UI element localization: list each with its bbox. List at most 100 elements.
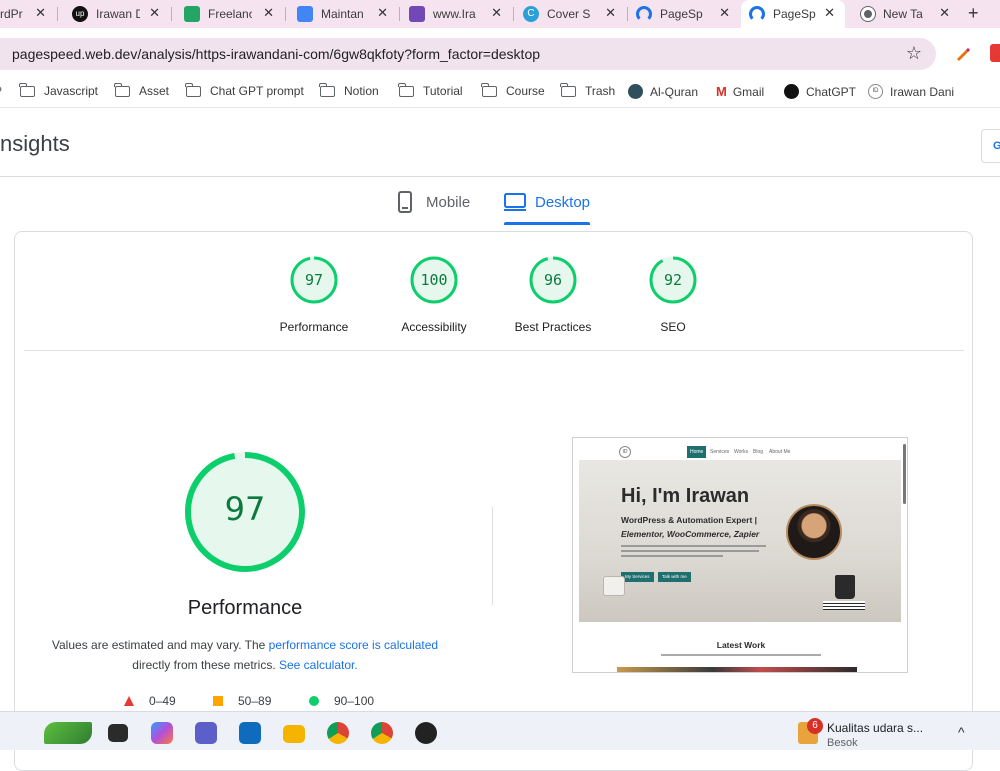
browser-tab[interactable]: www.Ira ✕ bbox=[400, 0, 512, 28]
screenshot-decor bbox=[835, 575, 855, 599]
upwork-icon: up bbox=[72, 6, 88, 22]
header-action-button[interactable]: G bbox=[981, 129, 1000, 163]
screenshot-scrollbar bbox=[903, 444, 906, 504]
screenshot-menu-item: Home bbox=[687, 446, 707, 458]
notification-badge: 6 bbox=[807, 718, 823, 734]
tab-close-icon[interactable]: ✕ bbox=[377, 5, 388, 21]
browser-tab-strip: rdPr ✕ up Irawan D ✕ Freelanc ✕ Maintan … bbox=[0, 0, 1000, 28]
tab-close-icon[interactable]: ✕ bbox=[263, 5, 274, 21]
teams-icon[interactable] bbox=[195, 722, 217, 744]
gauge-label: Performance bbox=[279, 320, 349, 334]
score-gauge-seo[interactable]: 92 SEO bbox=[623, 256, 723, 334]
tab-mobile[interactable]: Mobile bbox=[398, 191, 470, 225]
folder-icon bbox=[185, 82, 201, 97]
bookmark-chat-gpt-prompt[interactable]: Chat GPT prompt bbox=[185, 82, 304, 98]
tab-desktop[interactable]: Desktop bbox=[504, 191, 591, 225]
tab-close-icon[interactable]: ✕ bbox=[719, 5, 730, 21]
media-player-icon[interactable] bbox=[415, 722, 437, 744]
score-calculated-link[interactable]: performance score is calculated bbox=[269, 638, 438, 652]
circle-pass-icon bbox=[309, 696, 319, 706]
widgets-icon[interactable] bbox=[44, 722, 92, 744]
gauge-value: 92 bbox=[663, 271, 683, 289]
performance-score-value: 97 bbox=[224, 490, 266, 528]
see-calculator-link[interactable]: See calculator. bbox=[279, 658, 358, 672]
browser-tab-active[interactable]: PageSp ✕ bbox=[741, 0, 845, 28]
pagespeed-icon bbox=[749, 6, 765, 22]
gauge-label: SEO bbox=[660, 320, 686, 334]
bookmark-label: Trash bbox=[585, 84, 616, 98]
browser-tab[interactable]: Maintan ✕ bbox=[286, 0, 398, 28]
desktop-monitor-icon bbox=[504, 193, 526, 211]
tab-close-icon[interactable]: ✕ bbox=[149, 5, 160, 21]
bookmark-irawan-dani[interactable]: ID Irawan Dani bbox=[868, 84, 954, 99]
final-screenshot-thumbnail[interactable]: ID Home Services Works Blog About Me Hi,… bbox=[572, 437, 908, 673]
screenshot-menu-item: Works bbox=[734, 449, 749, 455]
bookmark-gmail[interactable]: M Gmail bbox=[716, 84, 764, 99]
tab-close-icon[interactable]: ✕ bbox=[35, 5, 46, 21]
new-tab-button[interactable]: + bbox=[968, 3, 979, 24]
screenshot-section-title: Latest Work bbox=[716, 640, 766, 650]
bookmark-al-quran[interactable]: Al-Quran bbox=[628, 84, 698, 99]
screenshot-section-subtitle bbox=[661, 654, 821, 656]
bookmark-label: Tutorial bbox=[423, 84, 463, 98]
tab-close-icon[interactable]: ✕ bbox=[824, 5, 835, 21]
bookmark-trash[interactable]: Trash bbox=[560, 82, 616, 98]
legend-pass: 90–100 bbox=[309, 694, 374, 708]
url-text[interactable]: pagespeed.web.dev/analysis/https-irawand… bbox=[12, 46, 540, 62]
extension-icon[interactable] bbox=[990, 44, 1000, 62]
bookmark-course[interactable]: Course bbox=[481, 82, 545, 98]
screenshot-headline: Hi, I'm Irawan bbox=[621, 485, 750, 507]
bookmark-tutorial[interactable]: Tutorial bbox=[398, 82, 463, 98]
tab-title: rdPr bbox=[0, 7, 23, 21]
score-gauge-accessibility[interactable]: 100 Accessibility bbox=[384, 256, 484, 334]
score-gauge-best-practices[interactable]: 96 Best Practices bbox=[503, 256, 603, 334]
chrome-icon[interactable] bbox=[327, 722, 349, 744]
browser-tab[interactable]: rdPr ✕ bbox=[0, 0, 56, 28]
bookmarks-bar: P Javascript Asset Chat GPT prompt Notio… bbox=[0, 78, 1000, 108]
browser-tab[interactable]: C Cover S ✕ bbox=[514, 0, 626, 28]
id-logo-icon: ID bbox=[868, 84, 883, 99]
tab-title: Maintan bbox=[321, 7, 364, 21]
tab-close-icon[interactable]: ✕ bbox=[605, 5, 616, 21]
browser-tab[interactable]: PageSp ✕ bbox=[628, 0, 740, 28]
performance-heading: Performance bbox=[187, 597, 303, 619]
bookmark-javascript[interactable]: Javascript bbox=[19, 82, 99, 98]
bookmark-overflow[interactable]: P bbox=[0, 84, 2, 98]
weather-subtitle: Besok bbox=[827, 737, 858, 749]
bookmark-chatgpt[interactable]: ChatGPT bbox=[784, 84, 856, 99]
bookmark-label: Course bbox=[506, 84, 545, 98]
bookmark-label: Asset bbox=[139, 84, 170, 98]
file-explorer-icon[interactable] bbox=[283, 725, 305, 743]
bookmark-label: Javascript bbox=[44, 84, 99, 98]
copilot-icon[interactable] bbox=[151, 722, 173, 744]
screenshot-menu-item: Services bbox=[710, 449, 730, 455]
bookmark-label: Irawan Dani bbox=[890, 84, 955, 99]
browser-tab[interactable]: New Ta ✕ bbox=[848, 0, 960, 28]
folder-icon bbox=[560, 82, 576, 97]
gauge-label: Accessibility bbox=[401, 320, 467, 334]
tab-close-icon[interactable]: ✕ bbox=[939, 5, 950, 21]
screenshot-logo: ID bbox=[619, 446, 631, 458]
browser-tab[interactable]: up Irawan D ✕ bbox=[58, 0, 170, 28]
bookmark-star-icon[interactable]: ☆ bbox=[906, 43, 922, 64]
weather-widget[interactable]: Kualitas udara s... Besok bbox=[827, 721, 923, 751]
pen-extension-icon[interactable] bbox=[954, 44, 972, 62]
score-gauge-performance[interactable]: 97 Performance bbox=[264, 256, 364, 334]
bookmark-asset[interactable]: Asset bbox=[114, 82, 170, 98]
task-view-icon[interactable] bbox=[108, 724, 128, 742]
gauges-divider bbox=[24, 350, 964, 351]
gauge-value: 96 bbox=[543, 271, 563, 289]
browser-tab[interactable]: Freelanc ✕ bbox=[172, 0, 284, 28]
tray-chevron-icon[interactable]: ^ bbox=[958, 724, 965, 740]
pagespeed-icon bbox=[636, 6, 652, 22]
tab-close-icon[interactable]: ✕ bbox=[491, 5, 502, 21]
outlook-icon[interactable] bbox=[239, 722, 261, 744]
forms-icon bbox=[409, 6, 425, 22]
address-bar[interactable]: pagespeed.web.dev/analysis/https-irawand… bbox=[0, 38, 936, 70]
chrome-profile-icon[interactable] bbox=[371, 722, 393, 744]
bookmark-notion[interactable]: Notion bbox=[319, 82, 379, 98]
gmail-icon: M bbox=[716, 84, 727, 99]
chrome-icon bbox=[861, 7, 875, 21]
folder-icon bbox=[114, 82, 130, 97]
vertical-separator bbox=[492, 507, 493, 605]
